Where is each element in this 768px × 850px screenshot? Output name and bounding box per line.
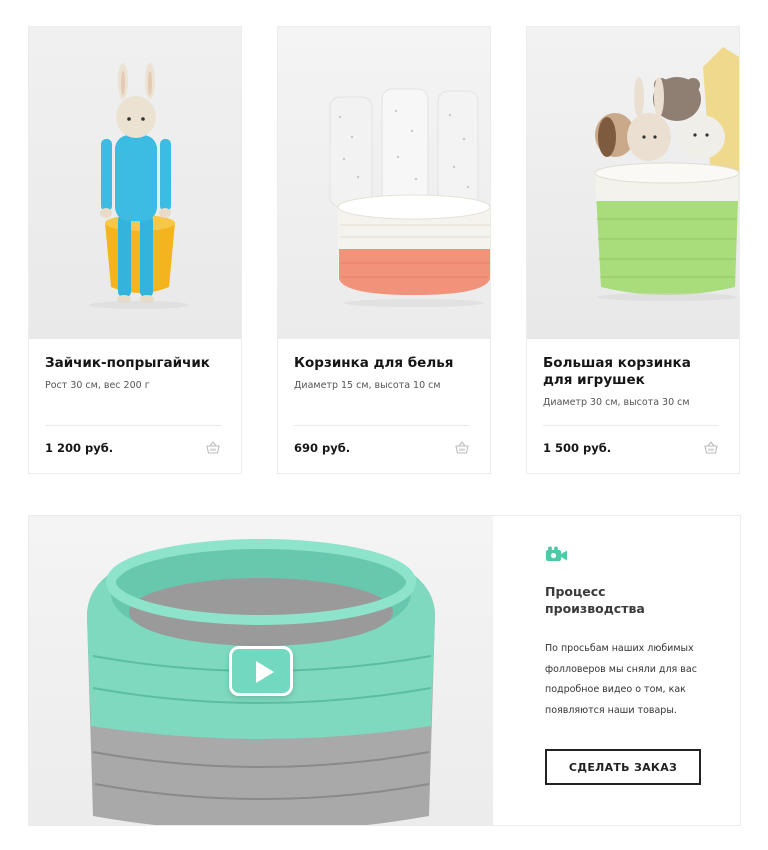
product-subtitle: Диаметр 30 см, высота 30 см <box>543 397 690 408</box>
process-description: По просьбам наших любимых фолловеров мы … <box>545 639 725 721</box>
basket-icon[interactable] <box>454 440 470 456</box>
process-text-line1: По просьбам наших любимых <box>545 643 694 654</box>
card-divider <box>294 425 470 426</box>
process-title-line1: Процесс <box>545 584 606 599</box>
process-text-line3: подробное видео о том, как <box>545 684 686 695</box>
product-price: 690 руб. <box>294 441 351 455</box>
card-divider <box>543 425 719 426</box>
make-order-button[interactable]: СДЕЛАТЬ ЗАКАЗ <box>545 749 701 785</box>
video-camera-icon <box>545 546 569 568</box>
basket-icon[interactable] <box>205 440 221 456</box>
process-text-line2: фолловеров мы сняли для вас <box>545 663 697 675</box>
product-title-line1: Большая корзинка <box>543 355 691 371</box>
product-title[interactable]: Большая корзинка для игрушек <box>543 355 719 389</box>
product-card-bunny[interactable]: Зайчик-попрыгайчик Рост 30 см, вес 200 г… <box>28 26 242 474</box>
card-divider <box>45 425 221 426</box>
product-card-laundry-basket[interactable]: Корзинка для белья Диаметр 15 см, высота… <box>277 26 491 474</box>
basket-icon[interactable] <box>703 440 719 456</box>
process-title-line2: производства <box>545 601 645 616</box>
crochet-bunny-photo[interactable] <box>29 27 241 339</box>
laundry-basket-photo[interactable] <box>278 27 490 339</box>
process-info: Процесс производства По просьбам наших л… <box>545 546 725 721</box>
product-subtitle: Рост 30 см, вес 200 г <box>45 380 150 391</box>
play-icon[interactable] <box>229 646 293 696</box>
process-title: Процесс производства <box>545 583 725 617</box>
product-subtitle: Диаметр 15 см, высота 10 см <box>294 380 441 391</box>
product-title[interactable]: Зайчик-попрыгайчик <box>45 355 221 372</box>
product-price: 1 500 руб. <box>543 441 612 455</box>
toy-basket-photo[interactable] <box>527 27 739 339</box>
process-text-line4: появляются наши товары. <box>545 704 677 716</box>
product-title[interactable]: Корзинка для белья <box>294 355 470 372</box>
production-video-section: Процесс производства По просьбам наших л… <box>28 515 741 826</box>
product-title-line2: для игрушек <box>543 372 645 388</box>
product-card-toy-basket[interactable]: Большая корзинка для игрушек Диаметр 30 … <box>526 26 740 474</box>
product-price: 1 200 руб. <box>45 441 114 455</box>
production-video[interactable] <box>29 516 493 825</box>
